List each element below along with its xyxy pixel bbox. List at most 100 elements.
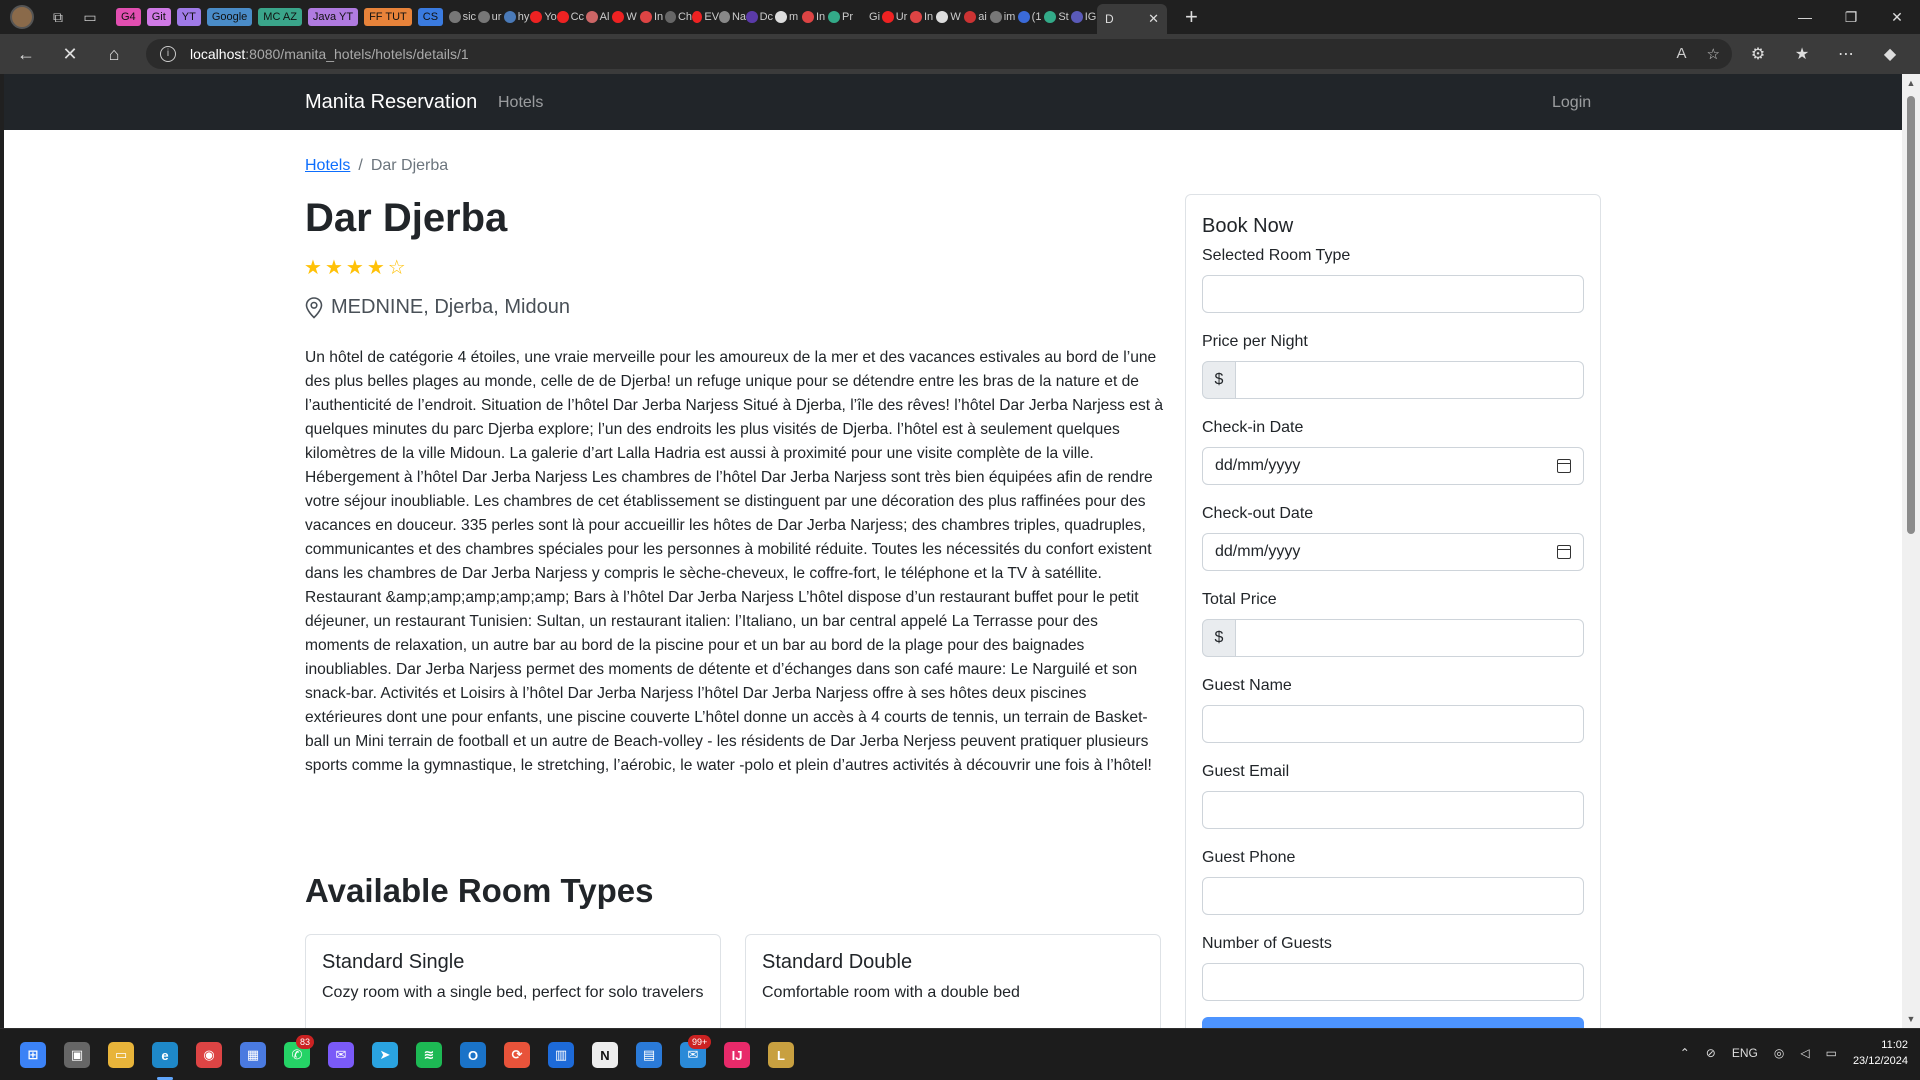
room-type-input[interactable] [1202, 275, 1584, 313]
book-submit-button[interactable] [1202, 1017, 1584, 1028]
battery-icon[interactable]: ▭ [1826, 1046, 1837, 1060]
extensions-icon[interactable]: ⚙ [1738, 38, 1778, 70]
file-explorer-icon[interactable]: ▭ [108, 1042, 134, 1068]
favorite-star-icon[interactable]: ☆ [1707, 45, 1720, 63]
browser-tab[interactable]: IG [1070, 0, 1097, 34]
booking-card: Book Now Selected Room Type Price per Ni… [1185, 194, 1601, 1028]
notion-icon[interactable]: N [592, 1042, 618, 1068]
active-tab[interactable]: D ✕ [1097, 4, 1168, 34]
nav-link-hotels[interactable]: Hotels [498, 94, 543, 112]
profile-avatar[interactable] [10, 5, 34, 29]
scroll-up-icon[interactable]: ▲ [1906, 78, 1916, 88]
address-bar[interactable]: i localhost:8080/manita_hotels/hotels/de… [146, 39, 1732, 69]
more-menu-icon[interactable]: ⋯ [1826, 38, 1866, 70]
browser-tab[interactable]: St [1043, 0, 1070, 34]
room-card-standard-single[interactable]: Standard Single Cozy room with a single … [305, 934, 721, 1028]
favorites-icon[interactable]: ★ [1782, 38, 1822, 70]
browser-tab[interactable]: W [611, 0, 638, 34]
calendar-icon[interactable] [1557, 545, 1571, 559]
browser-tab[interactable]: Gi [854, 0, 881, 34]
trello-icon[interactable]: ▥ [548, 1042, 574, 1068]
browser-tab[interactable]: m [773, 0, 800, 34]
scrollbar-thumb[interactable] [1907, 96, 1915, 534]
intellij-icon[interactable]: IJ [724, 1042, 750, 1068]
outlook-icon[interactable]: O [460, 1042, 486, 1068]
room-name: Standard Double [762, 951, 913, 973]
volume-icon[interactable]: ◁ [1800, 1046, 1809, 1060]
room-card-standard-double[interactable]: Standard Double Comfortable room with a … [745, 934, 1161, 1028]
tab-actions-icon[interactable]: ▭ [82, 9, 98, 25]
nav-link-login[interactable]: Login [1552, 94, 1591, 112]
postman-icon[interactable]: ⟳ [504, 1042, 530, 1068]
task-view-icon[interactable]: ▣ [64, 1042, 90, 1068]
network-off-icon[interactable]: ⊘ [1706, 1046, 1716, 1060]
close-tab-icon[interactable]: ✕ [1148, 11, 1159, 27]
language-indicator[interactable]: ENG [1732, 1046, 1758, 1060]
navbar-brand[interactable]: Manita Reservation [305, 91, 477, 114]
guest-phone-input[interactable] [1202, 877, 1584, 915]
tab-group-chip[interactable]: FF TUT [364, 8, 412, 26]
page-scrollbar[interactable]: ▲ ▼ [1902, 74, 1920, 1028]
browser-tab[interactable]: Na [719, 0, 746, 34]
browser-tab[interactable]: Al [584, 0, 611, 34]
browser-tab[interactable]: In [908, 0, 935, 34]
workspaces-icon[interactable]: ⧉ [50, 9, 66, 25]
breadcrumb-hotels-link[interactable]: Hotels [305, 157, 350, 175]
edge-icon[interactable]: e [152, 1042, 178, 1068]
calendar-icon[interactable] [1557, 459, 1571, 473]
total-price-input[interactable] [1236, 619, 1584, 657]
browser-tab[interactable]: EV [692, 0, 719, 34]
start-icon[interactable]: ⊞ [20, 1042, 46, 1068]
browser-tab[interactable]: hy [503, 0, 530, 34]
browser-tab[interactable]: ai [962, 0, 989, 34]
checkin-date-input[interactable]: dd/mm/yyyy [1202, 447, 1584, 485]
scroll-down-icon[interactable]: ▼ [1906, 1014, 1916, 1024]
spotify-icon[interactable]: ≋ [416, 1042, 442, 1068]
browser-tab[interactable]: Ur [881, 0, 908, 34]
read-aloud-icon[interactable]: A [1677, 45, 1687, 63]
checkout-date-input[interactable]: dd/mm/yyyy [1202, 533, 1584, 571]
tab-group-chip[interactable]: Google [206, 8, 253, 26]
browser-tab[interactable]: Pr [827, 0, 854, 34]
minimize-icon[interactable]: — [1782, 0, 1828, 34]
price-per-night-input[interactable] [1236, 361, 1584, 399]
copilot-icon[interactable]: ◆ [1870, 38, 1910, 70]
new-tab-button[interactable]: + [1185, 4, 1198, 30]
store-icon[interactable]: ▦ [240, 1042, 266, 1068]
number-of-guests-input[interactable] [1202, 963, 1584, 1001]
globe-icon[interactable]: ◎ [1774, 1046, 1784, 1060]
browser-tab[interactable]: In [638, 0, 665, 34]
close-window-icon[interactable]: ✕ [1874, 0, 1920, 34]
site-info-icon[interactable]: i [160, 46, 176, 62]
browser-tab[interactable]: In [800, 0, 827, 34]
chrome-icon[interactable]: ◉ [196, 1042, 222, 1068]
league-icon[interactable]: L [768, 1042, 794, 1068]
clock[interactable]: 11:02 23/12/2024 [1853, 1037, 1908, 1069]
stop-loading-icon[interactable]: ✕ [52, 38, 88, 70]
guest-name-input[interactable] [1202, 705, 1584, 743]
browser-tab[interactable]: (1 [1016, 0, 1043, 34]
notepad-icon[interactable]: ▤ [636, 1042, 662, 1068]
tab-group-chip[interactable]: CS [417, 8, 444, 26]
tab-group-chip[interactable]: G4 [116, 8, 141, 26]
restore-icon[interactable]: ❐ [1828, 0, 1874, 34]
browser-tab[interactable]: Ch [665, 0, 692, 34]
back-icon[interactable]: ← [8, 38, 44, 70]
browser-tab[interactable]: ur [476, 0, 503, 34]
browser-tab[interactable]: Cc [557, 0, 584, 34]
browser-tab[interactable]: Yo [530, 0, 557, 34]
tab-group-chip[interactable]: YT [176, 8, 201, 26]
browser-tab[interactable]: sic [449, 0, 476, 34]
show-hidden-icons-icon[interactable]: ⌃ [1680, 1046, 1690, 1060]
browser-tab[interactable]: im [989, 0, 1016, 34]
browser-tab[interactable]: W [935, 0, 962, 34]
tab-group-chip[interactable]: Java YT [307, 8, 359, 26]
telegram-icon[interactable]: ➤ [372, 1042, 398, 1068]
tab-group-chip[interactable]: MC AZ [258, 8, 302, 26]
tab-group-chip[interactable]: Git [146, 8, 171, 26]
guest-email-input[interactable] [1202, 791, 1584, 829]
browser-tab[interactable]: Dc [746, 0, 773, 34]
messenger-icon[interactable]: ✉ [328, 1042, 354, 1068]
home-icon[interactable]: ⌂ [96, 38, 132, 70]
url-text[interactable]: localhost:8080/manita_hotels/hotels/deta… [190, 46, 469, 62]
